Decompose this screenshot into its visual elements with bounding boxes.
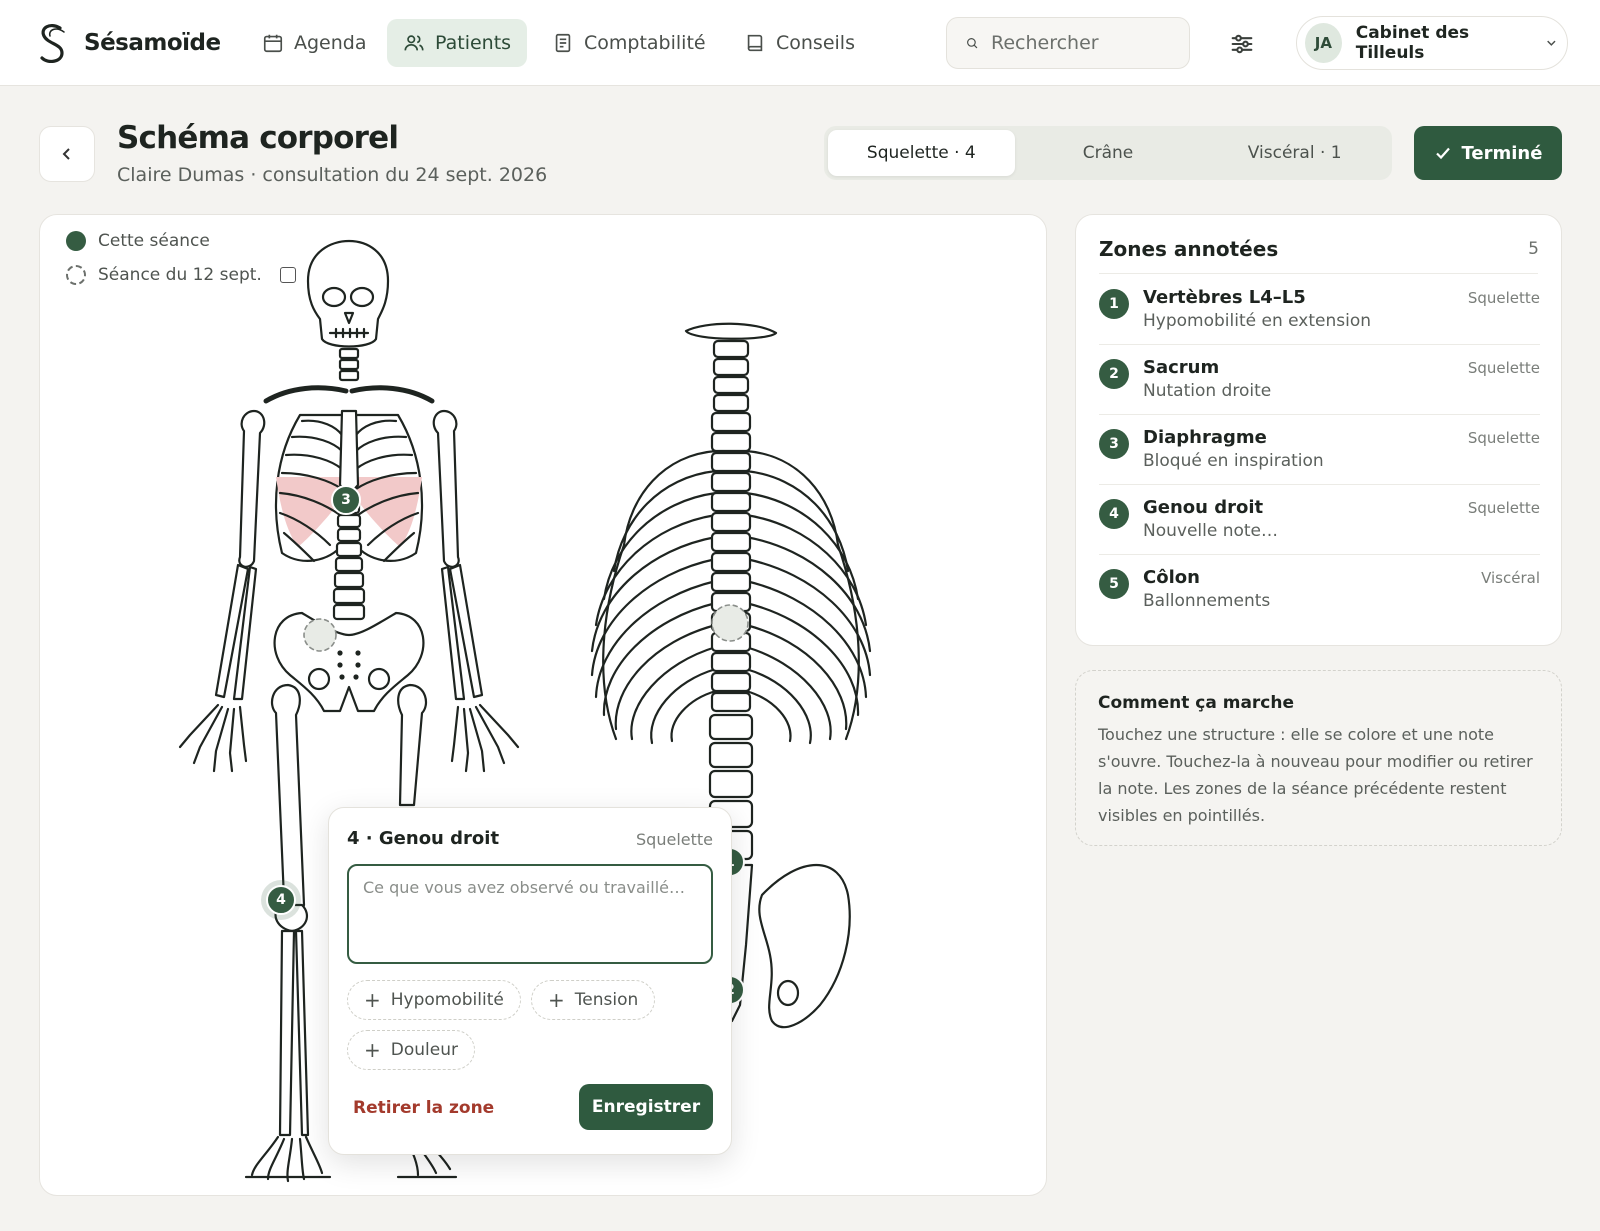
zones-title: Zones annotées (1099, 237, 1279, 261)
zone-item[interactable]: 5 Côlon Ballonnements Viscéral (1099, 555, 1540, 625)
zone-category: Viscéral (1481, 569, 1540, 587)
view-switcher: Squelette · 4 Crâne Viscéral · 1 (824, 126, 1392, 180)
current-session-dot (66, 231, 86, 251)
zone-description: Ballonnements (1143, 591, 1271, 611)
help-title: Comment ça marche (1098, 693, 1295, 713)
users-icon (404, 35, 424, 51)
search-box[interactable] (946, 17, 1190, 69)
note-textarea[interactable] (347, 864, 713, 964)
nav-label: Comptabilité (584, 32, 706, 54)
chip-label: Douleur (390, 1040, 458, 1060)
help-body: Touchez une structure : elle se colore e… (1098, 725, 1533, 825)
body-map-canvas: Cette séance Séance du 12 sept. 3 4 1 2 … (39, 214, 1047, 1196)
back-button[interactable] (39, 126, 95, 182)
zone-description: Bloqué en inspiration (1143, 451, 1324, 471)
zone-number: 4 (1099, 499, 1129, 529)
zone-name: Sacrum (1143, 357, 1220, 378)
chevron-down-icon (1547, 40, 1556, 46)
legend-current: Cette séance (66, 231, 210, 251)
tab-crane[interactable]: Crâne (1015, 130, 1202, 176)
previous-session-checkbox[interactable] (279, 267, 296, 283)
account-name: Cabinet des Tilleuls (1355, 23, 1470, 63)
nav-label: Patients (435, 32, 512, 54)
zone-note-popover: 4 · Genou droit Squelette + Hypomobilité… (328, 807, 732, 1155)
check-icon (1435, 147, 1450, 160)
page-subtitle: Claire Dumas · consultation du 24 sept. … (117, 164, 548, 186)
done-button[interactable]: Terminé (1414, 126, 1562, 180)
chip-hypomobilite[interactable]: + Hypomobilité (347, 980, 521, 1020)
nav-item-agenda[interactable]: Agenda (246, 19, 383, 67)
plus-icon: + (364, 988, 381, 1012)
zone-name: Vertèbres L4–L5 (1143, 287, 1306, 308)
app-name: Sésamoïde (84, 30, 221, 56)
search-input[interactable] (991, 32, 1171, 54)
top-bar: Sésamoïde Agenda Patients Comptabilité C… (0, 0, 1600, 86)
zone-marker-4[interactable]: 4 (266, 885, 296, 915)
zone-name: Diaphragme (1143, 427, 1267, 448)
nav-label: Agenda (294, 32, 367, 54)
save-button[interactable]: Enregistrer (579, 1084, 713, 1130)
plus-icon: + (364, 1038, 381, 1062)
help-card: Comment ça marche Touchez une structure … (1075, 670, 1562, 846)
zone-item[interactable]: 4 Genou droit Nouvelle note… Squelette (1099, 485, 1540, 555)
search-icon (967, 38, 978, 49)
previous-zone-thoracic[interactable] (711, 604, 749, 642)
zones-count: 5 (1528, 239, 1539, 259)
previous-session-dot (66, 265, 86, 285)
book-icon (747, 34, 763, 52)
zone-category: Squelette (1467, 359, 1540, 377)
chip-tension[interactable]: + Tension (531, 980, 656, 1020)
zone-name: Côlon (1143, 567, 1200, 588)
zone-number: 5 (1099, 569, 1129, 599)
tab-visceral[interactable]: Viscéral · 1 (1201, 130, 1388, 176)
filters-icon[interactable] (1228, 30, 1256, 58)
zone-number: 2 (1099, 359, 1129, 389)
remove-zone-link[interactable]: Retirer la zone (353, 1098, 494, 1118)
zone-number: 1 (1099, 289, 1129, 319)
zone-marker-3[interactable]: 3 (331, 485, 361, 515)
done-label: Terminé (1461, 142, 1543, 164)
plus-icon: + (548, 988, 565, 1012)
chip-label: Tension (574, 990, 639, 1010)
zone-category: Squelette (1467, 429, 1540, 447)
chip-label: Hypomobilité (390, 990, 504, 1010)
tab-squelette[interactable]: Squelette · 4 (828, 130, 1015, 176)
zone-item[interactable]: 2 Sacrum Nutation droite Squelette (1099, 345, 1540, 415)
zone-description: Nouvelle note… (1143, 521, 1279, 541)
annotated-zones-panel: Zones annotées 5 1 Vertèbres L4–L5 Hypom… (1075, 214, 1562, 646)
page-title: Schéma corporel (117, 120, 399, 156)
calendar-icon (263, 34, 283, 53)
zone-name: Genou droit (1143, 497, 1264, 518)
zone-item[interactable]: 1 Vertèbres L4–L5 Hypomobilité en extens… (1099, 275, 1540, 345)
nav-item-comptabilite[interactable]: Comptabilité (536, 19, 722, 67)
divider (1099, 273, 1538, 274)
legend-previous-label: Séance du 12 sept. (98, 265, 262, 285)
nav-item-conseils[interactable]: Conseils (728, 19, 871, 67)
popover-category: Squelette (636, 830, 713, 849)
previous-zone-sacrum[interactable] (303, 618, 337, 652)
zone-category: Squelette (1467, 289, 1540, 307)
zone-item[interactable]: 3 Diaphragme Bloqué en inspiration Squel… (1099, 415, 1540, 485)
receipt-icon (555, 33, 571, 53)
zone-number: 3 (1099, 429, 1129, 459)
zone-description: Hypomobilité en extension (1143, 311, 1371, 331)
nav-label: Conseils (776, 32, 855, 54)
account-switcher[interactable]: JA Cabinet des Tilleuls (1296, 16, 1568, 70)
legend-current-label: Cette séance (98, 231, 210, 251)
chevron-left-icon (62, 148, 70, 160)
chip-douleur[interactable]: + Douleur (347, 1030, 475, 1070)
zone-category: Squelette (1467, 499, 1540, 517)
zone-description: Nutation droite (1143, 381, 1272, 401)
popover-title: 4 · Genou droit (347, 828, 500, 849)
avatar: JA (1305, 23, 1342, 63)
legend-previous: Séance du 12 sept. (66, 265, 296, 285)
nav-item-patients[interactable]: Patients (387, 19, 528, 67)
logo-icon (40, 23, 65, 64)
